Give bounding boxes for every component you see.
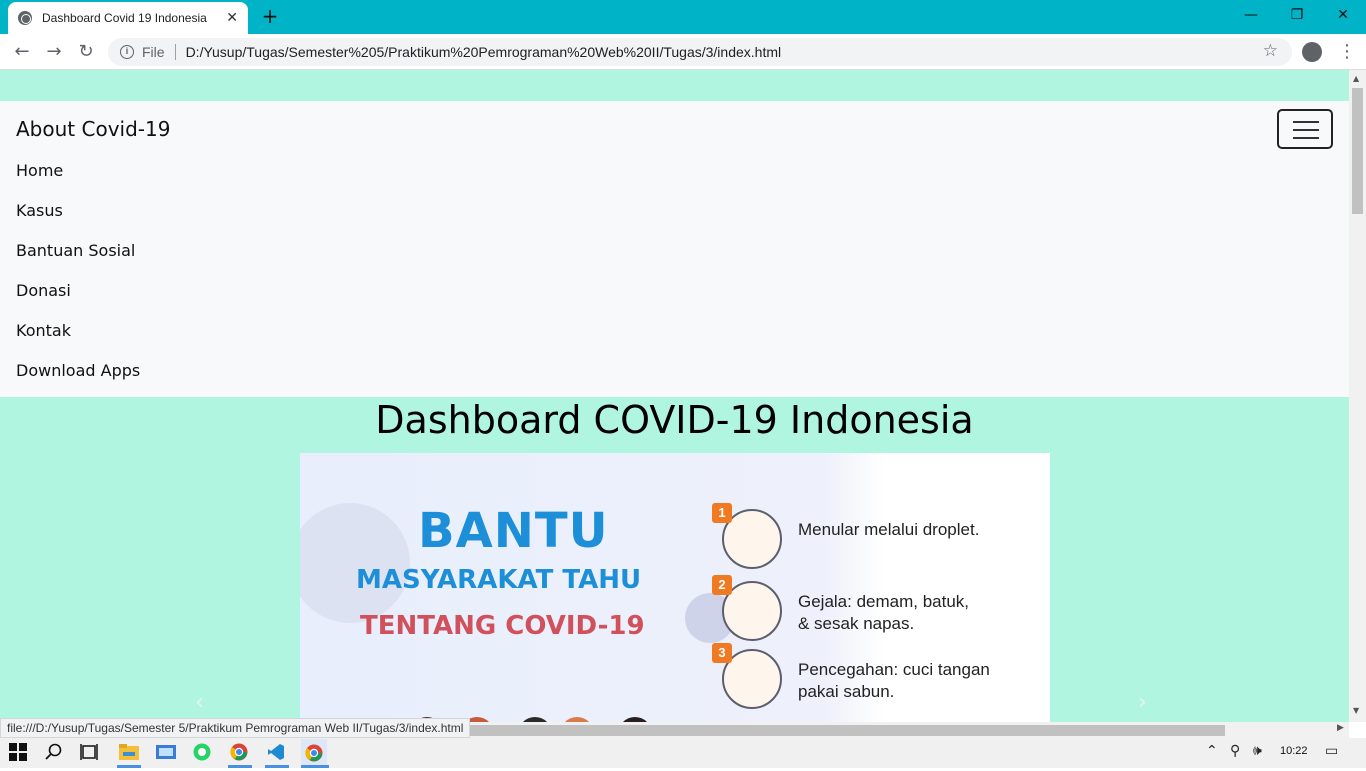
navbar: About Covid-19 Home Kasus Bantuan Sosial… bbox=[0, 101, 1349, 397]
step-text: Gejala: demam, batuk, & sesak napas. bbox=[798, 592, 970, 633]
url-text[interactable]: D:/Yusup/Tugas/Semester%205/Praktikum%20… bbox=[186, 44, 782, 60]
step-text: Pencegahan: cuci tangan pakai sabun. bbox=[798, 660, 990, 701]
address-bar[interactable]: i File D:/Yusup/Tugas/Semester%205/Prakt… bbox=[108, 38, 1292, 66]
nav-link-kasus[interactable]: Kasus bbox=[16, 201, 63, 220]
network-icon[interactable]: ⚲ bbox=[1230, 743, 1240, 759]
page-content: About Covid-19 Home Kasus Bantuan Sosial… bbox=[0, 70, 1349, 722]
step-text: Menular melalui droplet. bbox=[798, 520, 980, 539]
nav-link-donasi[interactable]: Donasi bbox=[16, 281, 71, 300]
nav-link-home[interactable]: Home bbox=[16, 161, 63, 180]
step-number: 1 bbox=[712, 503, 732, 523]
poster-subline-1: MASYARAKAT TAHU bbox=[356, 565, 642, 595]
taskbar-clock[interactable]: 10:22 bbox=[1280, 745, 1308, 757]
search-icon[interactable] bbox=[45, 743, 65, 763]
reload-button[interactable]: ↻ bbox=[74, 40, 98, 64]
page-title: Dashboard COVID-19 Indonesia bbox=[375, 398, 974, 442]
globe-icon bbox=[18, 11, 32, 25]
file-explorer-icon[interactable] bbox=[119, 743, 139, 763]
step-number: 3 bbox=[712, 643, 732, 663]
poster-headline: BANTU bbox=[418, 503, 609, 559]
scroll-up-arrow-icon[interactable]: ▲ bbox=[1353, 74, 1359, 83]
hamburger-line-icon bbox=[1293, 129, 1319, 131]
hamburger-line-icon bbox=[1293, 121, 1319, 123]
vertical-scroll-thumb[interactable] bbox=[1352, 88, 1363, 214]
poster-subline-2: TENTANG COVID-19 bbox=[360, 611, 645, 641]
windows-start-icon[interactable] bbox=[9, 743, 29, 763]
task-view-icon[interactable] bbox=[80, 743, 100, 763]
browser-menu-icon[interactable]: ⋮ bbox=[1338, 40, 1356, 64]
bookmark-star-icon[interactable]: ☆ bbox=[1263, 41, 1278, 61]
poster-step: 2 Gejala: demam, batuk, & sesak napas. bbox=[712, 575, 1042, 641]
hamburger-line-icon bbox=[1293, 137, 1319, 139]
restore-button[interactable]: ❐ bbox=[1274, 0, 1320, 30]
address-divider bbox=[174, 44, 176, 60]
carousel-prev-button[interactable]: ‹ bbox=[195, 690, 204, 715]
scroll-down-arrow-icon[interactable]: ▼ bbox=[1353, 706, 1359, 715]
chrome-icon[interactable] bbox=[230, 743, 250, 763]
vscode-icon[interactable] bbox=[267, 743, 287, 763]
scheme-label: File bbox=[142, 44, 165, 60]
nav-link-kontak[interactable]: Kontak bbox=[16, 321, 71, 340]
poster-step: 1 Menular melalui droplet. bbox=[712, 503, 1042, 569]
navbar-toggler-button[interactable] bbox=[1277, 109, 1333, 149]
notifications-icon[interactable]: ▭ bbox=[1325, 743, 1338, 759]
new-tab-button[interactable]: + bbox=[258, 4, 282, 28]
carousel-next-button[interactable]: › bbox=[1138, 690, 1147, 715]
profile-avatar-icon[interactable] bbox=[1302, 42, 1322, 62]
forward-button[interactable]: → bbox=[42, 40, 66, 64]
tab-close-button[interactable]: ✕ bbox=[226, 10, 238, 26]
windows-taskbar: ⌃ ⚲ 🕪 10:22 ▭ bbox=[0, 738, 1366, 768]
close-window-button[interactable]: ✕ bbox=[1320, 0, 1366, 30]
tab-title: Dashboard Covid 19 Indonesia bbox=[42, 11, 207, 25]
navbar-brand[interactable]: About Covid-19 bbox=[16, 117, 170, 141]
scroll-right-arrow-icon[interactable]: ▶ bbox=[1337, 723, 1344, 733]
browser-tab[interactable]: Dashboard Covid 19 Indonesia ✕ bbox=[8, 2, 248, 34]
nav-link-bantuan-sosial[interactable]: Bantuan Sosial bbox=[16, 241, 135, 260]
info-icon[interactable]: i bbox=[120, 45, 134, 59]
volume-icon[interactable]: 🕪 bbox=[1253, 743, 1262, 759]
browser-tabstrip: Dashboard Covid 19 Indonesia ✕ + — ❐ ✕ bbox=[0, 0, 1366, 34]
whatsapp-icon[interactable] bbox=[193, 743, 213, 763]
browser-toolbar: ← → ↻ i File D:/Yusup/Tugas/Semester%205… bbox=[0, 34, 1366, 70]
control-panel-icon[interactable] bbox=[156, 743, 176, 763]
horizontal-scroll-thumb[interactable] bbox=[470, 725, 1225, 736]
step-number: 2 bbox=[712, 575, 732, 595]
show-hidden-icons-icon[interactable]: ⌃ bbox=[1206, 743, 1218, 759]
virus-illustration bbox=[300, 503, 410, 623]
vertical-scrollbar[interactable]: ▲ ▼ bbox=[1349, 70, 1366, 722]
carousel-slide-image: BANTU MASYARAKAT TAHU TENTANG COVID-19 1… bbox=[300, 453, 1050, 722]
status-bar-url: file:///D:/Yusup/Tugas/Semester 5/Prakti… bbox=[0, 718, 471, 738]
nav-link-download-apps[interactable]: Download Apps bbox=[16, 361, 140, 380]
minimize-button[interactable]: — bbox=[1228, 0, 1274, 30]
back-button[interactable]: ← bbox=[10, 40, 34, 64]
chrome-active-icon[interactable] bbox=[301, 739, 327, 767]
poster-step: 3 Pencegahan: cuci tangan pakai sabun. bbox=[712, 643, 1042, 709]
